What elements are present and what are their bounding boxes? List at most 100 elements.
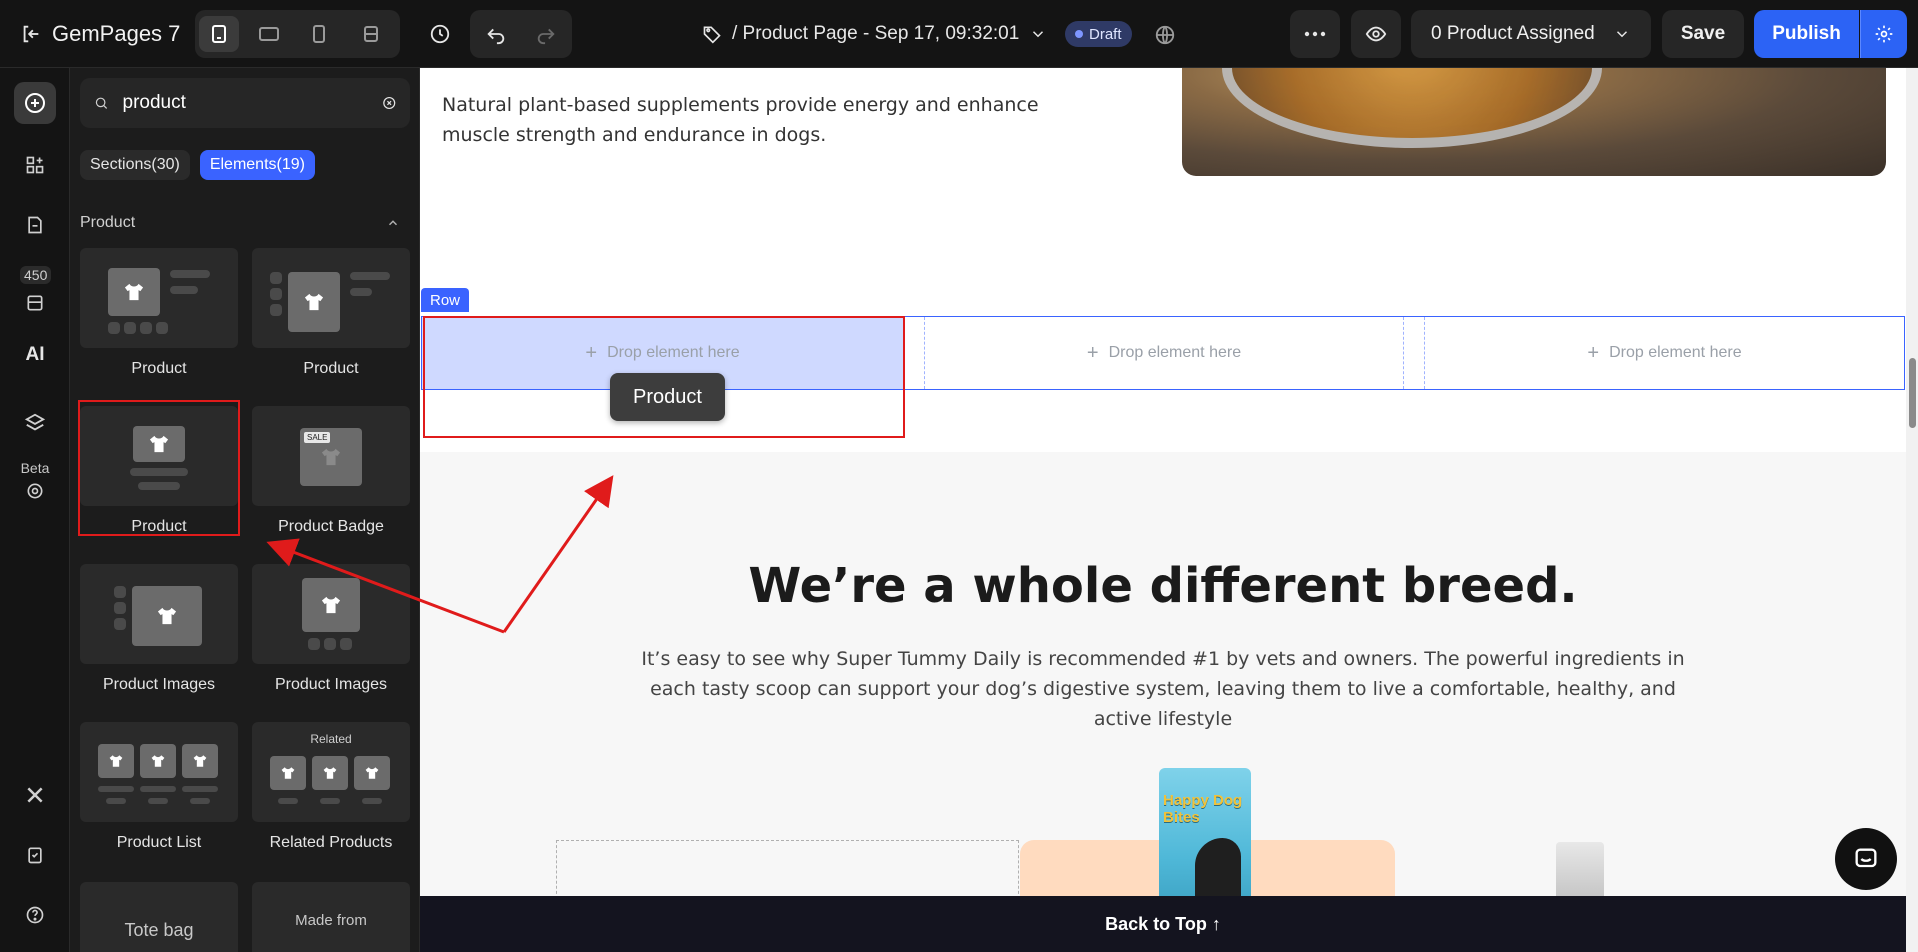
tag-icon [703,26,721,44]
bag-brand-text: Happy Dog Bites [1163,792,1243,826]
card-label: Product [131,360,187,377]
library-icon [27,295,43,311]
mobile-view-button[interactable] [299,16,339,52]
clear-search-icon[interactable] [382,93,397,113]
element-card-product[interactable]: Product [252,248,410,378]
drop-zone-3[interactable]: + Drop element here [1424,317,1904,389]
desktop-view-button[interactable] [199,16,239,52]
left-rail: 450 AI Beta [0,68,70,952]
page-title-dropdown[interactable]: / Product Page - Sep 17, 09:32:01 [702,16,1047,52]
publish-settings-button[interactable] [1860,10,1907,58]
editor-canvas[interactable]: Natural plant-based supplements provide … [420,68,1906,952]
dog-food-image[interactable] [1182,68,1886,176]
search-input[interactable] [122,92,368,114]
layers-button[interactable] [14,402,56,444]
save-button[interactable]: Save [1662,10,1744,58]
library-button[interactable] [14,286,56,320]
checklist-button[interactable] [14,834,56,876]
element-card-related-products[interactable]: Related Related Products [252,722,410,852]
apps-grid-icon [26,156,44,174]
desktop-icon [212,25,226,43]
element-card-product-images[interactable]: Product Images [80,564,238,694]
pages-button[interactable] [14,204,56,246]
clock-icon [430,24,450,44]
product-thumbnail [80,248,238,348]
tshirt-icon [182,744,218,778]
plus-icon: + [1587,341,1600,364]
card-label: Product List [116,834,202,851]
plus-icon: + [1086,341,1099,364]
tab-sections[interactable]: Sections(30) [80,150,190,180]
made-from-thumbnail: Made from [252,882,410,952]
chat-support-button[interactable] [1835,828,1897,890]
product-thumbnail [252,248,410,348]
tablet-landscape-button[interactable] [249,16,289,52]
exit-icon[interactable] [20,23,42,45]
apps-button[interactable] [14,144,56,186]
tshirt-icon [108,268,160,316]
category-header-product[interactable]: Product [80,208,410,238]
drop-label: Drop element here [1108,344,1242,361]
tshirt-icon [270,756,306,790]
page-icon [28,216,42,234]
chevron-down-icon [1033,31,1044,38]
chevron-up-icon [388,220,398,226]
element-card-product-images[interactable]: Product Images [252,564,410,694]
product-assign-dropdown[interactable]: 0 Product Assigned [1411,10,1651,58]
back-to-top-bar[interactable]: Back to Top ↑ [420,896,1906,952]
plus-circle-icon [25,93,45,113]
app-logo[interactable]: GemPages 7 [20,18,180,50]
product-list-thumbnail [80,722,238,822]
tab-elements[interactable]: Elements(19) [199,150,315,180]
help-button[interactable] [14,894,56,936]
add-element-button[interactable] [14,82,56,124]
beta-feature-button[interactable] [14,474,56,508]
globe-icon [1155,25,1175,45]
help-icon [26,906,44,924]
draft-label: Draft [1089,25,1122,43]
history-button[interactable] [420,14,460,54]
eye-icon [1365,26,1387,42]
ai-button[interactable]: AI [14,334,56,376]
card-label: Product Images [274,676,388,693]
element-card-made-from[interactable]: Made from [252,882,410,952]
product-images-thumbnail [252,564,410,664]
selection-highlight-box [78,400,240,536]
card-label: Product Badge [278,518,384,535]
element-card-product[interactable]: Product [80,248,238,378]
undo-button[interactable] [476,16,516,52]
more-options-button[interactable] [1290,10,1340,58]
chat-icon [1855,848,1877,868]
category-title: Product [80,214,136,231]
drop-zone-2[interactable]: + Drop element here [924,317,1404,389]
card-label: Product Images [102,676,216,693]
intro-paragraph[interactable]: Natural plant-based supplements provide … [442,90,1102,150]
section-headline[interactable]: We’re a whole different breed. [420,558,1906,614]
redo-button[interactable] [526,16,566,52]
section-subcopy[interactable]: It’s easy to see why Super Tummy Daily i… [620,644,1706,734]
x-brand-button[interactable] [14,774,56,816]
mobile-icon [313,25,325,43]
undo-redo-group [470,10,572,58]
element-card-product-badge[interactable]: SALE Product Badge [252,406,410,536]
ai-icon: AI [25,344,45,365]
element-card-product-list[interactable]: Product List [80,722,238,852]
element-card-tote-bag[interactable]: Tote bag [80,882,238,952]
language-button[interactable] [1150,20,1180,50]
assign-label: 0 Product Assigned [1431,23,1595,44]
clipboard-check-icon [28,847,42,864]
scrollbar-thumb[interactable] [1909,358,1916,428]
search-box [80,78,410,128]
target-icon [27,483,43,499]
top-toolbar: GemPages 7 / Product Page - Sep 17, 09:3… [0,0,1918,68]
preview-button[interactable] [1351,10,1401,58]
related-products-thumbnail: Related [252,722,410,822]
publish-button[interactable]: Publish [1754,10,1859,58]
dragging-element-chip[interactable]: Product [610,373,725,421]
custom-view-button[interactable] [351,16,391,52]
app-name: GemPages 7 [52,21,181,46]
row-tag[interactable]: Row [421,288,470,312]
status-dot [1075,30,1083,38]
tshirt-icon [354,756,390,790]
canvas-scrollbar[interactable] [1906,68,1918,952]
